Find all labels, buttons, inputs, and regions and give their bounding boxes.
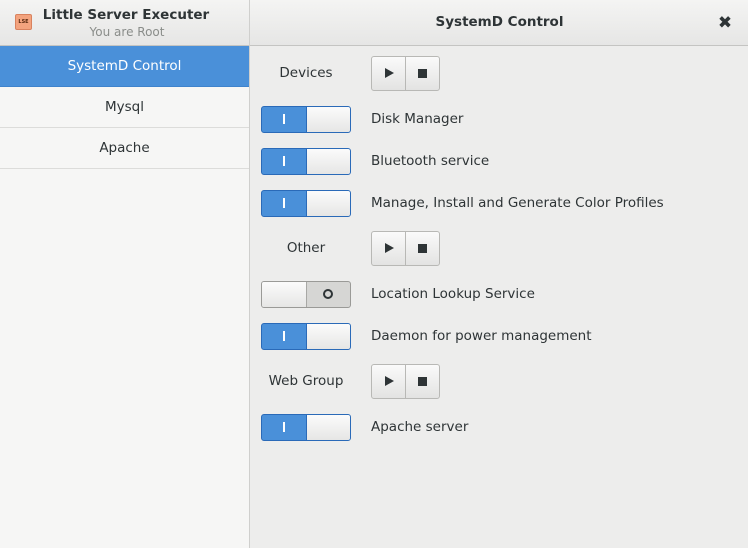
switch-on-mark-icon: [283, 156, 285, 166]
service-label: Location Lookup Service: [371, 286, 535, 302]
group-label: Web Group: [268, 373, 344, 389]
sidebar-item-label: Mysql: [105, 99, 144, 115]
group-header-devices: Devices: [251, 56, 748, 92]
stop-group-button[interactable]: [405, 364, 440, 399]
service-row: Disk Manager: [251, 106, 748, 133]
group-label: Other: [286, 240, 326, 256]
app-subtitle: You are Root: [89, 25, 165, 39]
service-toggle[interactable]: [261, 414, 351, 441]
sidebar-item-systemd-control[interactable]: SystemD Control: [0, 46, 249, 87]
service-row: Manage, Install and Generate Color Profi…: [251, 190, 748, 217]
main-content: Devices Disk Manager Bluetooth service M…: [251, 46, 748, 548]
app-window: LSE Little Server Executer You are Root …: [0, 0, 748, 548]
switch-slider: [306, 324, 350, 349]
service-label: Bluetooth service: [371, 153, 490, 169]
stop-icon: [418, 69, 427, 78]
stop-group-button[interactable]: [405, 231, 440, 266]
switch-slider: [262, 282, 307, 307]
service-toggle[interactable]: [261, 190, 351, 217]
service-row: Apache server: [251, 414, 748, 441]
group-header-web-group: Web Group: [251, 364, 748, 400]
group-label: Devices: [279, 65, 333, 81]
stop-icon: [418, 244, 427, 253]
stop-icon: [418, 377, 427, 386]
switch-slider: [306, 191, 350, 216]
close-button[interactable]: ✖: [714, 12, 736, 34]
service-label: Disk Manager: [371, 111, 464, 127]
header-app-section: LSE Little Server Executer You are Root: [0, 0, 250, 46]
service-row: Bluetooth service: [251, 148, 748, 175]
service-toggle[interactable]: [261, 323, 351, 350]
sidebar-item-apache[interactable]: Apache: [0, 128, 249, 169]
service-toggle[interactable]: [261, 281, 351, 308]
service-toggle[interactable]: [261, 106, 351, 133]
app-title: Little Server Executer: [42, 7, 210, 23]
switch-slider: [306, 149, 350, 174]
service-label: Daemon for power management: [371, 328, 592, 344]
close-icon: ✖: [717, 13, 733, 33]
sidebar-item-mysql[interactable]: Mysql: [0, 87, 249, 128]
start-group-button[interactable]: [371, 231, 406, 266]
header-bar: LSE Little Server Executer You are Root …: [0, 0, 748, 46]
switch-off-mark-icon: [323, 289, 333, 299]
service-label: Apache server: [371, 419, 469, 435]
sidebar-item-label: SystemD Control: [67, 58, 182, 74]
play-icon: [385, 243, 394, 253]
switch-on-mark-icon: [283, 198, 285, 208]
switch-slider: [306, 107, 350, 132]
play-icon: [385, 376, 394, 386]
service-label: Manage, Install and Generate Color Profi…: [371, 195, 664, 211]
service-row: Daemon for power management: [251, 323, 748, 350]
switch-slider: [306, 415, 350, 440]
switch-on-mark-icon: [283, 422, 285, 432]
start-group-button[interactable]: [371, 364, 406, 399]
group-header-other: Other: [251, 231, 748, 267]
start-group-button[interactable]: [371, 56, 406, 91]
play-icon: [385, 68, 394, 78]
service-row: Location Lookup Service: [251, 281, 748, 308]
page-title: SystemD Control: [435, 14, 564, 30]
switch-on-mark-icon: [283, 114, 285, 124]
stop-group-button[interactable]: [405, 56, 440, 91]
service-toggle[interactable]: [261, 148, 351, 175]
sidebar: SystemD Control Mysql Apache: [0, 46, 250, 548]
sidebar-item-label: Apache: [99, 140, 150, 156]
switch-on-mark-icon: [283, 331, 285, 341]
